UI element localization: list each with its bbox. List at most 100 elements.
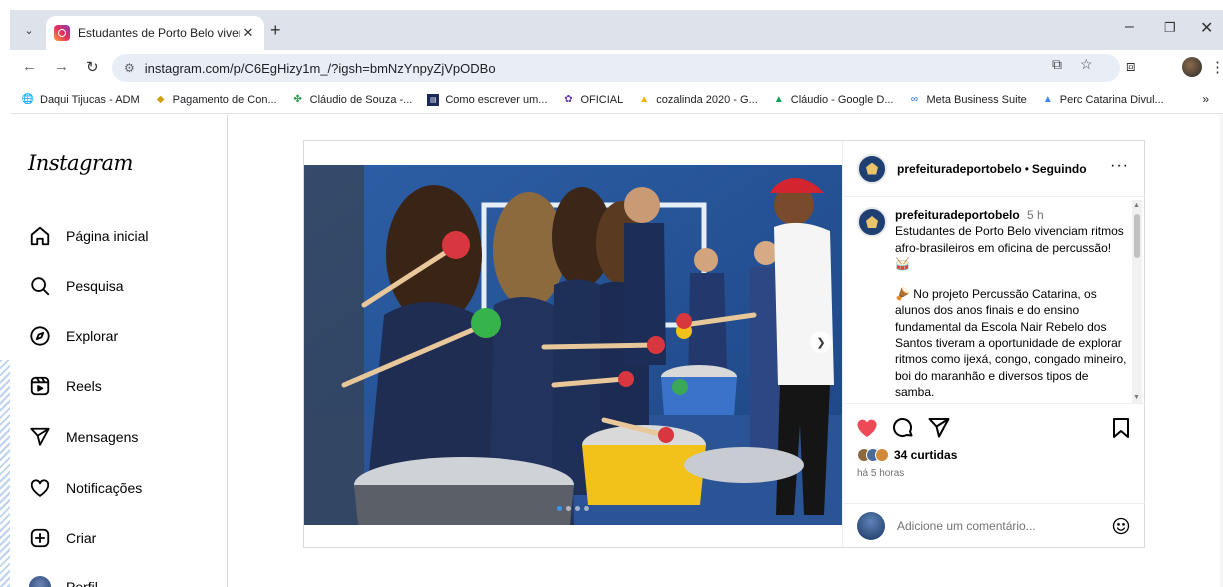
bookmark-8[interactable]: ▲ Perc Catarina Divul...	[1042, 94, 1164, 106]
bookmark-2[interactable]: ✤ Cláudio de Souza -...	[292, 94, 412, 106]
home-icon	[28, 224, 52, 248]
caption-area: prefeituradeportobelo 5 h Estudantes de …	[857, 207, 1127, 403]
likes-row[interactable]: 34 curtidas	[857, 448, 957, 462]
drive-icon: ▲	[639, 94, 650, 105]
post-side-panel: prefeituradeportobelo • Seguindo ··· pre…	[842, 141, 1145, 547]
carousel-dot	[575, 506, 580, 511]
restore-icon[interactable]: ❐	[1164, 20, 1176, 36]
more-bookmarks-button[interactable]: »	[1202, 92, 1209, 106]
site-settings-icon[interactable]: ⚙	[124, 61, 135, 75]
nav-notifications[interactable]: Notificações	[28, 476, 142, 500]
profile-avatar	[29, 576, 51, 587]
search-icon	[28, 274, 52, 298]
back-arrow-icon[interactable]: ←	[22, 58, 37, 75]
nav-home[interactable]: Página inicial	[28, 224, 149, 248]
meta-icon: ∞	[910, 94, 919, 105]
like-heart-icon[interactable]	[855, 416, 879, 440]
tab-bar: ⌄ Estudantes de Porto Belo viver ✕ + – ❐…	[10, 10, 1223, 50]
carousel-dot	[584, 506, 589, 511]
heart-icon	[28, 476, 52, 500]
caption-username[interactable]: prefeituradeportobelo	[895, 208, 1020, 222]
emoji-icon[interactable]	[1111, 516, 1131, 536]
caption-line-1: Estudantes de Porto Belo vivenciam ritmo…	[895, 224, 1124, 271]
new-tab-button[interactable]: +	[270, 20, 281, 41]
browser-toolbar: ← → ↻ ⚙ instagram.com/p/C6EgHizy1m_/?igs…	[10, 50, 1223, 86]
bookmark-5[interactable]: ▲ cozalinda 2020 - G...	[638, 94, 757, 106]
reels-icon	[28, 374, 52, 398]
bookmark-6[interactable]: ▲ Cláudio - Google D...	[773, 94, 894, 106]
caption-avatar[interactable]	[857, 207, 887, 237]
likes-count: 34 curtidas	[894, 448, 958, 462]
comment-box: Adicione um comentário...	[843, 503, 1145, 547]
minimize-icon[interactable]: –	[1125, 18, 1134, 36]
more-options-icon[interactable]: ···	[1110, 157, 1129, 175]
save-bookmark-icon[interactable]	[1109, 416, 1133, 440]
nav-reels[interactable]: Reels	[28, 374, 102, 398]
url-text: instagram.com/p/C6EgHizy1m_/?igsh=bmNzYn…	[144, 60, 496, 76]
comment-input[interactable]: Adicione um comentário...	[897, 519, 1036, 533]
comment-icon[interactable]	[891, 416, 915, 440]
address-bar[interactable]: ⚙ instagram.com/p/C6EgHizy1m_/?igsh=bmNz…	[112, 54, 1120, 82]
sidebar: Instagram Página inicial Pesquisa Explor…	[10, 115, 228, 587]
nav-explore[interactable]: Explorar	[28, 324, 118, 348]
share-icon[interactable]	[927, 416, 951, 440]
carousel-next-button[interactable]: ❯	[810, 331, 832, 353]
bookmark-star-icon[interactable]: ☆	[1080, 56, 1093, 73]
caption-text-block: prefeituradeportobelo 5 h Estudantes de …	[895, 207, 1127, 400]
nav-search[interactable]: Pesquisa	[28, 274, 124, 298]
bookmark-4[interactable]: ✿ OFICIAL	[562, 94, 623, 106]
bookmark-1[interactable]: ◆ Pagamento de Con...	[155, 94, 277, 106]
browser-menu-icon[interactable]: ⋮	[1210, 58, 1223, 76]
install-app-icon[interactable]: ⧉	[1052, 56, 1062, 73]
scroll-up-icon[interactable]: ▲	[1133, 202, 1140, 209]
scroll-thumb[interactable]	[1134, 214, 1140, 258]
extensions-icon[interactable]: ⧈	[1126, 58, 1136, 75]
commenter-avatar	[857, 511, 885, 540]
browser-profile-avatar[interactable]	[1182, 57, 1202, 77]
bookmark-0[interactable]: 🌐 Daqui Tijucas - ADM	[22, 94, 140, 106]
carousel-dot	[566, 506, 571, 511]
nav-create[interactable]: Criar	[28, 526, 96, 550]
post-photo-illustration	[304, 165, 842, 525]
account-avatar[interactable]	[857, 153, 887, 184]
tab-title: Estudantes de Porto Belo viver	[78, 26, 240, 40]
carousel-dots	[557, 506, 589, 511]
bookmark-icon: ◆	[156, 94, 165, 105]
page-icon: ▤	[427, 93, 440, 106]
globe-icon: 🌐	[21, 94, 35, 105]
bookmarks-bar: 🌐 Daqui Tijucas - ADM ◆ Pagamento de Con..…	[10, 86, 1223, 114]
post-header: prefeituradeportobelo • Seguindo ···	[843, 141, 1145, 197]
caption-scrollbar[interactable]: ▲ ▼	[1132, 200, 1142, 403]
plus-square-icon	[28, 526, 52, 550]
scroll-down-icon[interactable]: ▼	[1133, 394, 1140, 401]
bookmark-3[interactable]: ▤ Como escrever um...	[427, 93, 547, 106]
post-actions: 34 curtidas há 5 horas	[843, 403, 1145, 503]
instagram-page: Instagram Página inicial Pesquisa Explor…	[10, 115, 1223, 587]
following-button[interactable]: Seguindo	[1032, 162, 1087, 176]
tab-close-icon[interactable]: ✕	[240, 25, 256, 41]
post-photo[interactable]: ❯	[304, 165, 842, 525]
tab-instagram-post[interactable]: Estudantes de Porto Belo viver ✕	[46, 16, 264, 50]
drive-icon: ▲	[773, 94, 784, 105]
compass-icon	[28, 324, 52, 348]
post-username[interactable]: prefeituradeportobelo	[897, 162, 1022, 176]
instagram-logo[interactable]: Instagram	[28, 151, 133, 175]
separator-dot: •	[1024, 161, 1029, 176]
instagram-favicon-icon	[54, 25, 70, 41]
caption-time[interactable]: 5 h	[1027, 208, 1044, 222]
window-close-icon[interactable]: ✕	[1200, 18, 1213, 38]
forward-arrow-icon[interactable]: →	[54, 58, 69, 75]
tab-search-chevron-icon[interactable]: ⌄	[16, 19, 42, 41]
liker-avatar	[875, 448, 889, 462]
nav-messages[interactable]: Mensagens	[28, 425, 138, 449]
post-time-ago: há 5 horas	[857, 468, 905, 479]
bookmark-7[interactable]: ∞ Meta Business Suite	[908, 94, 1027, 106]
caption-line-2: 🪘 No projeto Percussão Catarina, os alun…	[895, 287, 1127, 399]
screenshot: ⌄ Estudantes de Porto Belo viver ✕ + – ❐…	[0, 0, 1223, 587]
reload-icon[interactable]: ↻	[86, 58, 99, 76]
send-icon	[28, 425, 52, 449]
post-card: ❯ prefeituradeportobelo • Seguindo ··· p…	[303, 140, 1145, 548]
carousel-dot	[557, 506, 562, 511]
nav-profile[interactable]: Perfil	[28, 575, 98, 587]
drive-icon: ▲	[1042, 94, 1053, 105]
